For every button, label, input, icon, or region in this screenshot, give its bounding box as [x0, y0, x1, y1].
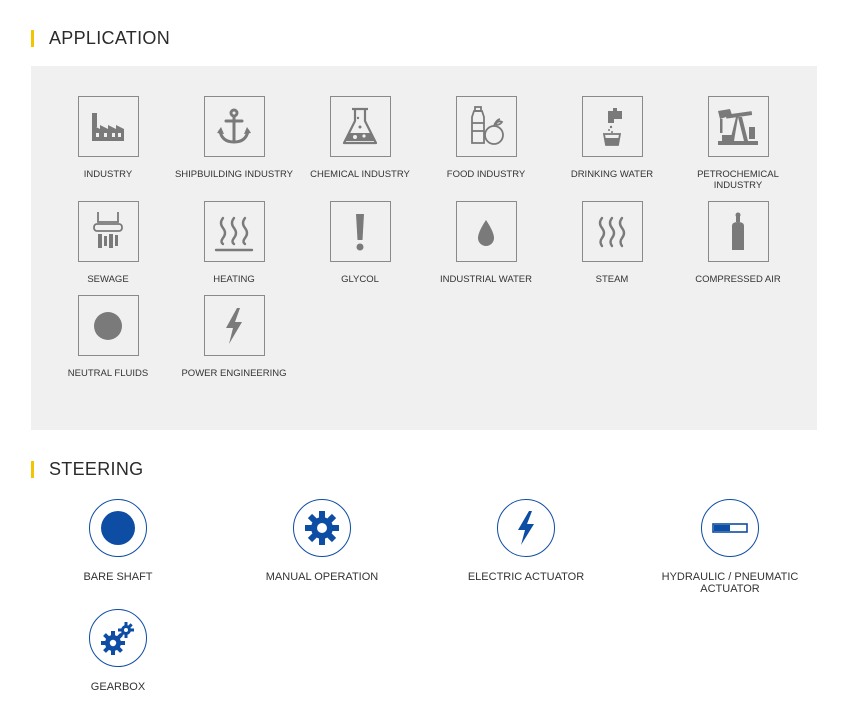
steering-badge: [293, 499, 351, 557]
application-label: SEWAGE: [87, 274, 129, 285]
steering-badge: [89, 609, 147, 667]
application-item-heating[interactable]: HEATING: [174, 201, 294, 285]
piston-icon: [712, 523, 748, 533]
application-label: INDUSTRY: [83, 169, 133, 180]
steering-label: BARE SHAFT: [83, 571, 153, 583]
application-item-industrial-water[interactable]: INDUSTRIAL WATER: [426, 201, 546, 285]
application-tile: [581, 96, 643, 157]
flask-icon: [342, 107, 378, 144]
steering-label: ELECTRIC ACTUATOR: [467, 571, 585, 583]
application-item-power-engineering[interactable]: POWER ENGINEERING: [174, 295, 294, 379]
steering-item-hydraulic-pneumatic[interactable]: HYDRAULIC / PNEUMATIC ACTUATOR: [640, 499, 820, 595]
application-item-shipbuilding[interactable]: SHIPBUILDING INDUSTRY: [174, 96, 294, 180]
steering-badge: [497, 499, 555, 557]
water-drop-icon: [478, 219, 494, 246]
application-item-food[interactable]: FOOD INDUSTRY: [426, 96, 546, 180]
application-tile: [203, 201, 265, 262]
steering-label: MANUAL OPERATION: [265, 571, 379, 583]
application-tile: [77, 201, 139, 262]
application-tile: [329, 201, 391, 262]
application-label: STEAM: [595, 274, 629, 285]
steam-icon: [598, 216, 626, 247]
steering-badge: [89, 499, 147, 557]
application-label: INDUSTRIAL WATER: [439, 274, 532, 285]
heading-accent-bar: [31, 460, 34, 478]
application-tile: [203, 295, 265, 356]
heat-waves-icon: [214, 216, 254, 251]
steering-item-bare-shaft[interactable]: BARE SHAFT: [28, 499, 208, 583]
application-tile: [77, 96, 139, 157]
steering-title: STEERING: [49, 458, 144, 479]
oil-pump-icon: [718, 108, 758, 145]
steering-label: GEARBOX: [90, 681, 146, 693]
application-label: DRINKING WATER: [570, 169, 654, 180]
sewage-icon: [93, 211, 123, 248]
anchor-icon: [217, 108, 251, 144]
steering-item-gearbox[interactable]: GEARBOX: [28, 609, 208, 693]
application-tile: [455, 201, 517, 262]
application-label: CHEMICAL INDUSTRY: [310, 169, 410, 180]
application-tile: [707, 96, 769, 157]
application-panel: INDUSTRY SHIPBUILDING INDUSTRY CHEMICAL …: [31, 66, 817, 430]
application-label: GLYCOL: [341, 274, 379, 285]
application-title: APPLICATION: [49, 27, 170, 48]
application-item-industry[interactable]: INDUSTRY: [48, 96, 168, 180]
steering-heading: STEERING: [31, 458, 143, 480]
application-heading: APPLICATION: [31, 27, 170, 49]
application-label: NEUTRAL FLUIDS: [67, 368, 149, 379]
application-label: PETROCHEMICAL INDUSTRY: [697, 169, 779, 191]
application-item-sewage[interactable]: SEWAGE: [48, 201, 168, 285]
application-item-chemical[interactable]: CHEMICAL INDUSTRY: [300, 96, 420, 180]
heading-accent-bar: [31, 29, 34, 47]
application-tile: [707, 201, 769, 262]
lightning-icon: [226, 307, 242, 344]
application-tile: [203, 96, 265, 157]
application-tile: [455, 96, 517, 157]
application-tile: [329, 96, 391, 157]
application-item-petrochemical[interactable]: PETROCHEMICAL INDUSTRY: [678, 96, 798, 191]
application-label: COMPRESSED AIR: [695, 274, 781, 285]
lightning-icon: [518, 511, 534, 545]
gears-icon: [101, 622, 134, 655]
gas-cylinder-icon: [732, 212, 744, 250]
application-label: HEATING: [213, 274, 255, 285]
application-label: POWER ENGINEERING: [181, 368, 287, 379]
exclamation-icon: [356, 213, 364, 250]
application-tile: [77, 295, 139, 356]
gear-icon: [305, 511, 339, 545]
steering-badge: [701, 499, 759, 557]
steering-item-manual-operation[interactable]: MANUAL OPERATION: [232, 499, 412, 583]
application-item-compressed-air[interactable]: COMPRESSED AIR: [678, 201, 798, 285]
circle-icon: [101, 511, 135, 545]
circle-icon: [94, 311, 122, 340]
food-icon: [471, 105, 504, 145]
tap-icon: [602, 107, 622, 146]
steering-label: HYDRAULIC / PNEUMATIC ACTUATOR: [661, 571, 799, 595]
application-item-neutral-fluids[interactable]: NEUTRAL FLUIDS: [48, 295, 168, 379]
application-label: SHIPBUILDING INDUSTRY: [174, 169, 294, 180]
factory-icon: [92, 112, 124, 141]
application-item-glycol[interactable]: GLYCOL: [300, 201, 420, 285]
application-item-drinking-water[interactable]: DRINKING WATER: [552, 96, 672, 180]
steering-item-electric-actuator[interactable]: ELECTRIC ACTUATOR: [436, 499, 616, 583]
application-label: FOOD INDUSTRY: [446, 169, 526, 180]
application-item-steam[interactable]: STEAM: [552, 201, 672, 285]
application-tile: [581, 201, 643, 262]
